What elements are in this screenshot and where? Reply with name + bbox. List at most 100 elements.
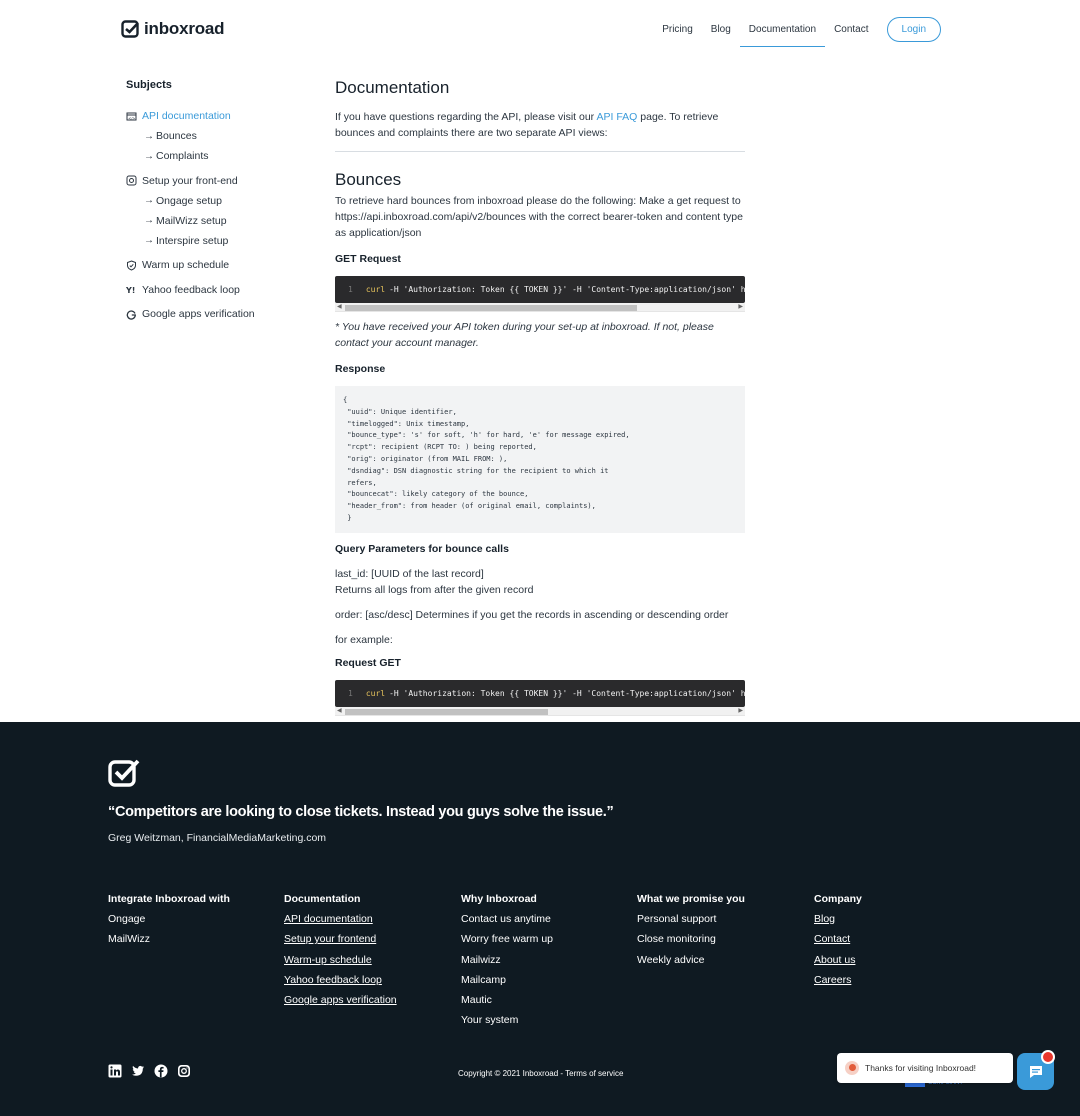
footer-col-company: Company Blog Contact About us Careers — [814, 893, 984, 994]
scroll-right-icon[interactable]: ▶ — [738, 707, 743, 716]
footer-link-yahoo[interactable]: Yahoo feedback loop — [284, 974, 454, 994]
testimonial-author: Greg Weitzman, FinancialMediaMarketing.c… — [108, 832, 327, 844]
subjects-sidebar: Subjects </> API documentation → Bounces … — [126, 79, 306, 324]
footer-link-mautic[interactable]: Mautic — [461, 994, 631, 1014]
linkedin-icon[interactable] — [108, 1064, 122, 1078]
svg-text:Y!: Y! — [126, 286, 135, 295]
facebook-icon[interactable] — [154, 1064, 168, 1078]
param-last-id: last_id: [UUID of the last record] — [335, 567, 484, 580]
sidebar-subitem-complaints[interactable]: → Complaints — [126, 146, 306, 166]
sidebar-item-label: Setup your front-end — [142, 174, 238, 187]
sidebar-subitem-mailwizz[interactable]: → MailWizz setup — [126, 211, 306, 231]
scrollbar-thumb[interactable] — [345, 708, 548, 715]
code-command: curl — [365, 285, 386, 294]
footer-col-title: Company — [814, 893, 862, 905]
response-code: { "uuid": Unique identifier, "timelogged… — [335, 386, 745, 533]
sidebar-item-yahoo[interactable]: Y! Yahoo feedback loop — [126, 280, 306, 300]
shield-icon — [126, 259, 137, 271]
param-order: order: [asc/desc] Determines if you get … — [335, 608, 729, 621]
get-request-heading: GET Request — [335, 253, 401, 265]
check-logo-icon — [108, 759, 140, 787]
chat-notification-badge — [1041, 1050, 1055, 1064]
request-get-code[interactable]: 1 curl -H 'Authorization: Token {{ TOKEN… — [335, 679, 745, 707]
footer-link-your-system[interactable]: Your system — [461, 1014, 631, 1034]
footer-col-title: Documentation — [284, 893, 361, 905]
token-note: * You have received your API token durin… — [335, 321, 714, 349]
get-request-code[interactable]: 1 curl -H 'Authorization: Token {{ TOKEN… — [335, 276, 745, 303]
scroll-left-icon[interactable]: ◀ — [337, 303, 342, 312]
nav-blog[interactable]: Blog — [702, 18, 740, 41]
footer-link-blog[interactable]: Blog — [814, 913, 984, 933]
twitter-icon[interactable] — [131, 1064, 145, 1078]
code-scrollbar[interactable]: ◀ ▶ — [335, 706, 745, 716]
footer-link-mailcamp[interactable]: Mailcamp — [461, 974, 631, 994]
copyright-text: Copyright © 2021 Inboxroad - Terms of se… — [458, 1069, 623, 1078]
sidebar-item-warm-up[interactable]: Warm up schedule — [126, 255, 306, 275]
footer-link-google[interactable]: Google apps verification — [284, 994, 454, 1014]
site-header: inboxroad Pricing Blog Documentation Con… — [0, 0, 1080, 60]
footer-link-personal-support[interactable]: Personal support — [637, 913, 807, 933]
api-faq-link[interactable]: API FAQ — [597, 111, 638, 123]
footer-link-setup-frontend[interactable]: Setup your frontend — [284, 933, 454, 953]
chat-avatar — [845, 1061, 859, 1075]
copyright-label: Copyright © 2021 Inboxroad - — [458, 1069, 566, 1078]
scroll-left-icon[interactable]: ◀ — [337, 707, 342, 716]
footer-col-title: What we promise you — [637, 893, 745, 905]
terms-link[interactable]: Terms of service — [565, 1069, 623, 1078]
sidebar-subitem-bounces[interactable]: → Bounces — [126, 126, 306, 146]
footer-link-api-documentation[interactable]: API documentation — [284, 913, 454, 933]
footer-link-contact[interactable]: Contact — [814, 933, 984, 953]
sidebar-subitem-label: Bounces — [156, 130, 197, 142]
google-icon — [126, 309, 137, 320]
scroll-right-icon[interactable]: ▶ — [738, 303, 743, 312]
page-title: Documentation — [335, 78, 450, 97]
arrow-right-icon: → — [144, 150, 154, 162]
footer-col-why: Why Inboxroad Contact us anytime Worry f… — [461, 893, 631, 1035]
footer-link-mailwizz[interactable]: MailWizz — [108, 933, 278, 953]
sidebar-item-setup-frontend[interactable]: Setup your front-end — [126, 171, 306, 191]
nav-pricing[interactable]: Pricing — [653, 18, 702, 41]
sidebar-item-google[interactable]: Google apps verification — [126, 304, 306, 324]
footer-col-promise: What we promise you Personal support Clo… — [637, 893, 807, 974]
footer-link-weekly-advice[interactable]: Weekly advice — [637, 954, 807, 974]
code-command: curl — [365, 688, 386, 698]
instagram-icon[interactable] — [177, 1064, 191, 1078]
footer-link-about[interactable]: About us — [814, 954, 984, 974]
footer-link-careers[interactable]: Careers — [814, 974, 984, 994]
code-args: -H 'Authorization: Token {{ TOKEN }}' -H… — [389, 688, 745, 698]
request-get-heading: Request GET — [335, 656, 401, 669]
footer-link-warm-up[interactable]: Warm-up schedule — [284, 954, 454, 974]
brand-name: inboxroad — [144, 19, 225, 38]
code-scrollbar[interactable]: ◀ ▶ — [335, 303, 745, 312]
nav-contact[interactable]: Contact — [825, 18, 877, 41]
footer-link-close-monitoring[interactable]: Close monitoring — [637, 933, 807, 953]
testimonial-quote: “Competitors are looking to close ticket… — [108, 804, 614, 820]
setup-icon — [126, 175, 137, 186]
bounces-paragraph: To retrieve hard bounces from inboxroad … — [335, 195, 743, 239]
sidebar-item-label: Warm up schedule — [142, 259, 230, 271]
brand-logo[interactable]: inboxroad — [121, 19, 225, 39]
footer-link-contact-anytime[interactable]: Contact us anytime — [461, 913, 631, 933]
sidebar-item-label: API documentation — [142, 110, 231, 122]
social-links — [108, 1064, 191, 1078]
sidebar-item-label: Google apps verification — [142, 308, 255, 320]
sidebar-item-api-documentation[interactable]: </> API documentation — [126, 106, 306, 126]
divider — [335, 151, 745, 152]
check-logo-icon — [121, 20, 139, 38]
footer-link-warm-up-free[interactable]: Worry free warm up — [461, 933, 631, 953]
login-button[interactable]: Login — [886, 17, 941, 42]
documentation-content: Documentation If you have questions rega… — [335, 78, 745, 716]
footer-link-ongage[interactable]: Ongage — [108, 913, 278, 933]
footer-col-title: Integrate Inboxroad with — [108, 893, 230, 905]
scrollbar-thumb[interactable] — [345, 305, 637, 311]
nav-documentation[interactable]: Documentation — [739, 18, 826, 47]
intro-paragraph: If you have questions regarding the API,… — [335, 109, 745, 141]
sidebar-subitem-label: Ongage setup — [156, 194, 222, 207]
footer-col-integrate: Integrate Inboxroad with Ongage MailWizz — [108, 893, 278, 954]
example-label: for example: — [335, 633, 393, 646]
sidebar-subitem-label: MailWizz setup — [156, 214, 227, 227]
sidebar-subitem-interspire[interactable]: → Interspire setup — [126, 231, 306, 251]
chat-greeting[interactable]: Thanks for visiting Inboxroad! — [837, 1053, 1013, 1083]
footer-link-mailwizz[interactable]: Mailwizz — [461, 954, 631, 974]
sidebar-subitem-ongage[interactable]: → Ongage setup — [126, 191, 306, 211]
